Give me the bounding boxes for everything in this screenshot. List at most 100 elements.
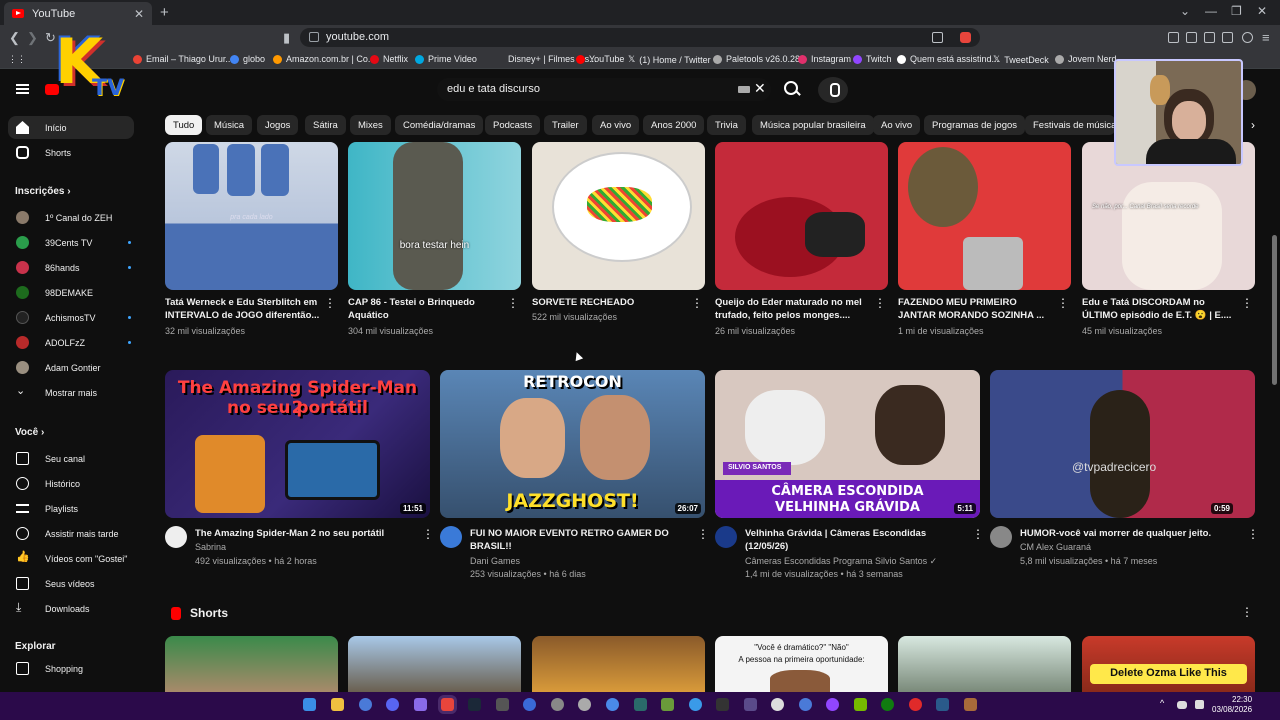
video-title[interactable]: Tatá Werneck e Edu Sterblitch em INTERVAL… <box>165 296 320 322</box>
xbox-icon[interactable] <box>881 698 894 711</box>
video-thumbnail[interactable] <box>898 142 1071 290</box>
mic-icon[interactable] <box>818 77 848 103</box>
app-icon[interactable] <box>606 698 619 711</box>
chip-jogos[interactable]: Jogos <box>257 115 299 135</box>
sidebar-item-history[interactable]: Histórico <box>8 472 134 495</box>
clear-search-icon[interactable]: ✕ <box>754 80 766 97</box>
chip-podcasts[interactable]: Podcasts <box>485 115 541 135</box>
steam-icon[interactable] <box>468 698 481 711</box>
chip-comedia[interactable]: Comédia/dramas <box>395 115 484 135</box>
keyboard-icon[interactable] <box>738 86 750 93</box>
chip-musica[interactable]: Música <box>206 115 253 135</box>
app-icon[interactable] <box>716 698 729 711</box>
app-icon[interactable] <box>909 698 922 711</box>
new-tab-icon[interactable]: + <box>160 4 169 21</box>
you-header[interactable]: Você › <box>15 427 44 438</box>
sidebar-channel[interactable]: 39Cents TV <box>8 231 134 254</box>
app-icon[interactable] <box>414 698 427 711</box>
nvidia-icon[interactable] <box>854 698 867 711</box>
chip-trivia[interactable]: Trivia <box>707 115 746 135</box>
app-icon[interactable] <box>826 698 839 711</box>
chevron-up-icon[interactable]: ^ <box>1160 698 1168 711</box>
shorts-thumbnail[interactable]: "Você é dramático?" "Não" A pessoa na pr… <box>715 636 888 692</box>
maximize-icon[interactable]: ❐ <box>1231 4 1242 18</box>
video-title[interactable]: Edu e Tatá DISCORDAM no ÚLTIMO episódio d… <box>1082 296 1237 322</box>
video-title[interactable]: FAZENDO MEU PRIMEIRO JANTAR MORANDO SOZIN… <box>898 296 1053 322</box>
scrollbar[interactable] <box>1272 235 1277 385</box>
sidebar-show-more[interactable]: ⌄ Mostrar mais <box>8 381 134 404</box>
bookmark-paletools[interactable]: Paletools v26.0.28 <box>713 54 800 64</box>
shorts-thumbnail[interactable] <box>348 636 521 692</box>
video-title[interactable]: HUMOR-você vai morrer de qualquer jeito. <box>1020 527 1240 540</box>
channel-avatar[interactable] <box>440 526 462 548</box>
app-icon[interactable] <box>964 698 977 711</box>
forward-icon[interactable]: ❯ <box>27 30 38 46</box>
sidebar-channel[interactable]: 98DEMAKE <box>8 281 134 304</box>
browser-tab[interactable]: YouTube ✕ <box>4 2 152 25</box>
cast-icon[interactable] <box>932 32 943 43</box>
chip-ao-vivo[interactable]: Ao vivo <box>592 115 640 135</box>
bookmark-icon[interactable]: ▮ <box>283 30 290 46</box>
app-icon[interactable] <box>689 698 702 711</box>
app-icon[interactable] <box>578 698 591 711</box>
sidebar-item-downloads[interactable]: ⤓ Downloads <box>8 597 134 620</box>
app-icon[interactable] <box>359 698 372 711</box>
video-thumbnail[interactable] <box>532 142 705 290</box>
file-explorer-icon[interactable] <box>331 698 344 711</box>
chip-ao-vivo-2[interactable]: Ao vivo <box>873 115 921 135</box>
more-options-icon[interactable]: ⋮ <box>422 528 434 540</box>
menu-icon[interactable]: ≡ <box>1262 30 1270 45</box>
sidebar-item-liked[interactable]: 👍 Vídeos com "Gostei" <box>8 547 134 570</box>
more-options-icon[interactable]: ⋮ <box>1241 606 1253 618</box>
channel-name[interactable]: Sabrina <box>195 541 226 554</box>
sidebar-channel[interactable]: ADOLFzZ <box>8 331 134 354</box>
more-options-icon[interactable]: ⋮ <box>1057 297 1069 309</box>
video-title[interactable]: The Amazing Spider-Man 2 no seu portátil <box>195 527 415 540</box>
network-icon[interactable] <box>1177 701 1187 709</box>
hamburger-icon[interactable] <box>16 84 29 94</box>
channel-name[interactable]: Câmeras Escondidas Programa Silvio Santo… <box>745 555 937 568</box>
extension-icon[interactable] <box>1168 32 1179 43</box>
bookmark-prime[interactable]: Prime Video <box>415 54 477 64</box>
bookmark-globo[interactable]: globo <box>230 54 265 64</box>
address-bar[interactable]: youtube.com <box>300 28 980 47</box>
tab-search-icon[interactable]: ⌄ <box>1180 4 1190 18</box>
discord-icon[interactable] <box>386 698 399 711</box>
back-icon[interactable]: ❮ <box>9 30 20 46</box>
bookmark-twitter[interactable]: 𝕏 (1) Home / Twitter <box>628 54 711 65</box>
chip-satira[interactable]: Sátira <box>305 115 346 135</box>
bookmark-amazon[interactable]: Amazon.com.br | Co... <box>273 54 375 64</box>
channel-name[interactable]: CM Alex Guaraná <box>1020 541 1091 554</box>
close-window-icon[interactable]: ✕ <box>1257 4 1267 18</box>
video-title[interactable]: SORVETE RECHEADO <box>532 296 687 309</box>
bookmark-email[interactable]: Email – Thiago Urur... <box>133 54 233 64</box>
subscriptions-header[interactable]: Inscrições › <box>15 186 71 197</box>
more-options-icon[interactable]: ⋮ <box>507 297 519 309</box>
video-thumbnail[interactable]: RETROCON JAZZGHOST! 26:07 <box>440 370 705 518</box>
chip-mixes[interactable]: Mixes <box>350 115 391 135</box>
bookmark-tweetdeck[interactable]: 𝕏 TweetDeck <box>993 54 1049 65</box>
bookmark-jovemnerd[interactable]: Jovem Nerd <box>1055 54 1117 64</box>
video-thumbnail[interactable]: @tvpadrecicero 0:59 <box>990 370 1255 518</box>
video-title[interactable]: Queijo do Eder maturado no mel trufado, f… <box>715 296 870 322</box>
channel-avatar[interactable] <box>165 526 187 548</box>
close-tab-icon[interactable]: ✕ <box>134 7 144 21</box>
video-thumbnail[interactable]: pra cada lado <box>165 142 338 290</box>
brave-shield-icon[interactable] <box>960 32 971 43</box>
brave-icon[interactable] <box>441 698 454 711</box>
more-options-icon[interactable]: ⋮ <box>697 528 709 540</box>
chip-festivais[interactable]: Festivais de música <box>1025 115 1115 135</box>
bookmark-instagram[interactable]: Instagram <box>798 54 851 64</box>
app-icon[interactable] <box>523 698 536 711</box>
bookmark-quem[interactable]: Quem está assistind... <box>897 54 999 64</box>
more-options-icon[interactable]: ⋮ <box>972 528 984 540</box>
app-icon[interactable] <box>634 698 647 711</box>
more-options-icon[interactable]: ⋮ <box>691 297 703 309</box>
shorts-thumbnail[interactable] <box>165 636 338 692</box>
site-info-icon[interactable] <box>309 32 319 42</box>
chip-trailer[interactable]: Trailer <box>544 115 587 135</box>
search-input[interactable]: edu e tata discurso <box>437 78 771 101</box>
app-icon[interactable] <box>496 698 509 711</box>
sidebar-channel[interactable]: 86hands <box>8 256 134 279</box>
shorts-thumbnail[interactable]: Delete Ozma Like This <box>1082 636 1255 692</box>
